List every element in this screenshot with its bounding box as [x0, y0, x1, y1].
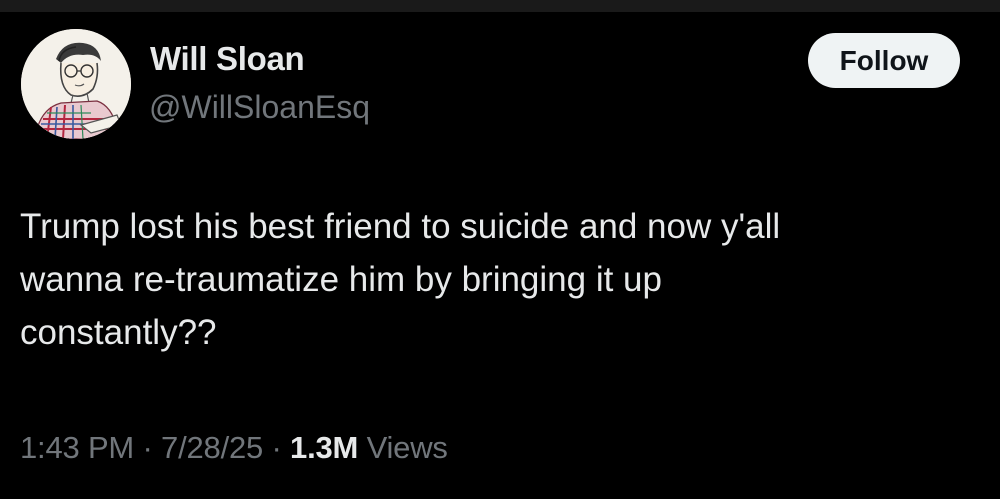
tweet-time[interactable]: 1:43 PM: [20, 430, 134, 465]
follow-button[interactable]: Follow: [808, 33, 960, 88]
views-count: 1.3M: [290, 430, 359, 465]
tweet-text-line: constantly??: [20, 313, 217, 352]
display-name[interactable]: Will Sloan: [150, 40, 305, 78]
tweet-metadata: 1:43 PM · 7/28/25 · 1.3M Views: [20, 430, 448, 466]
sketch-portrait-avatar-icon: [21, 29, 131, 139]
tweet-text: Trump lost his best friend to suicide an…: [20, 200, 970, 359]
avatar[interactable]: [21, 29, 131, 139]
meta-separator: ·: [142, 430, 153, 465]
tweet-date[interactable]: 7/28/25: [161, 430, 263, 465]
tweet-text-line: Trump lost his best friend to suicide an…: [20, 207, 781, 246]
meta-separator: ·: [271, 430, 282, 465]
tweet-text-line: wanna re-traumatize him by bringing it u…: [20, 260, 662, 299]
top-edge-strip: [0, 0, 1000, 12]
views-label: Views: [366, 430, 448, 465]
user-handle[interactable]: @WillSloanEsq: [149, 89, 370, 126]
